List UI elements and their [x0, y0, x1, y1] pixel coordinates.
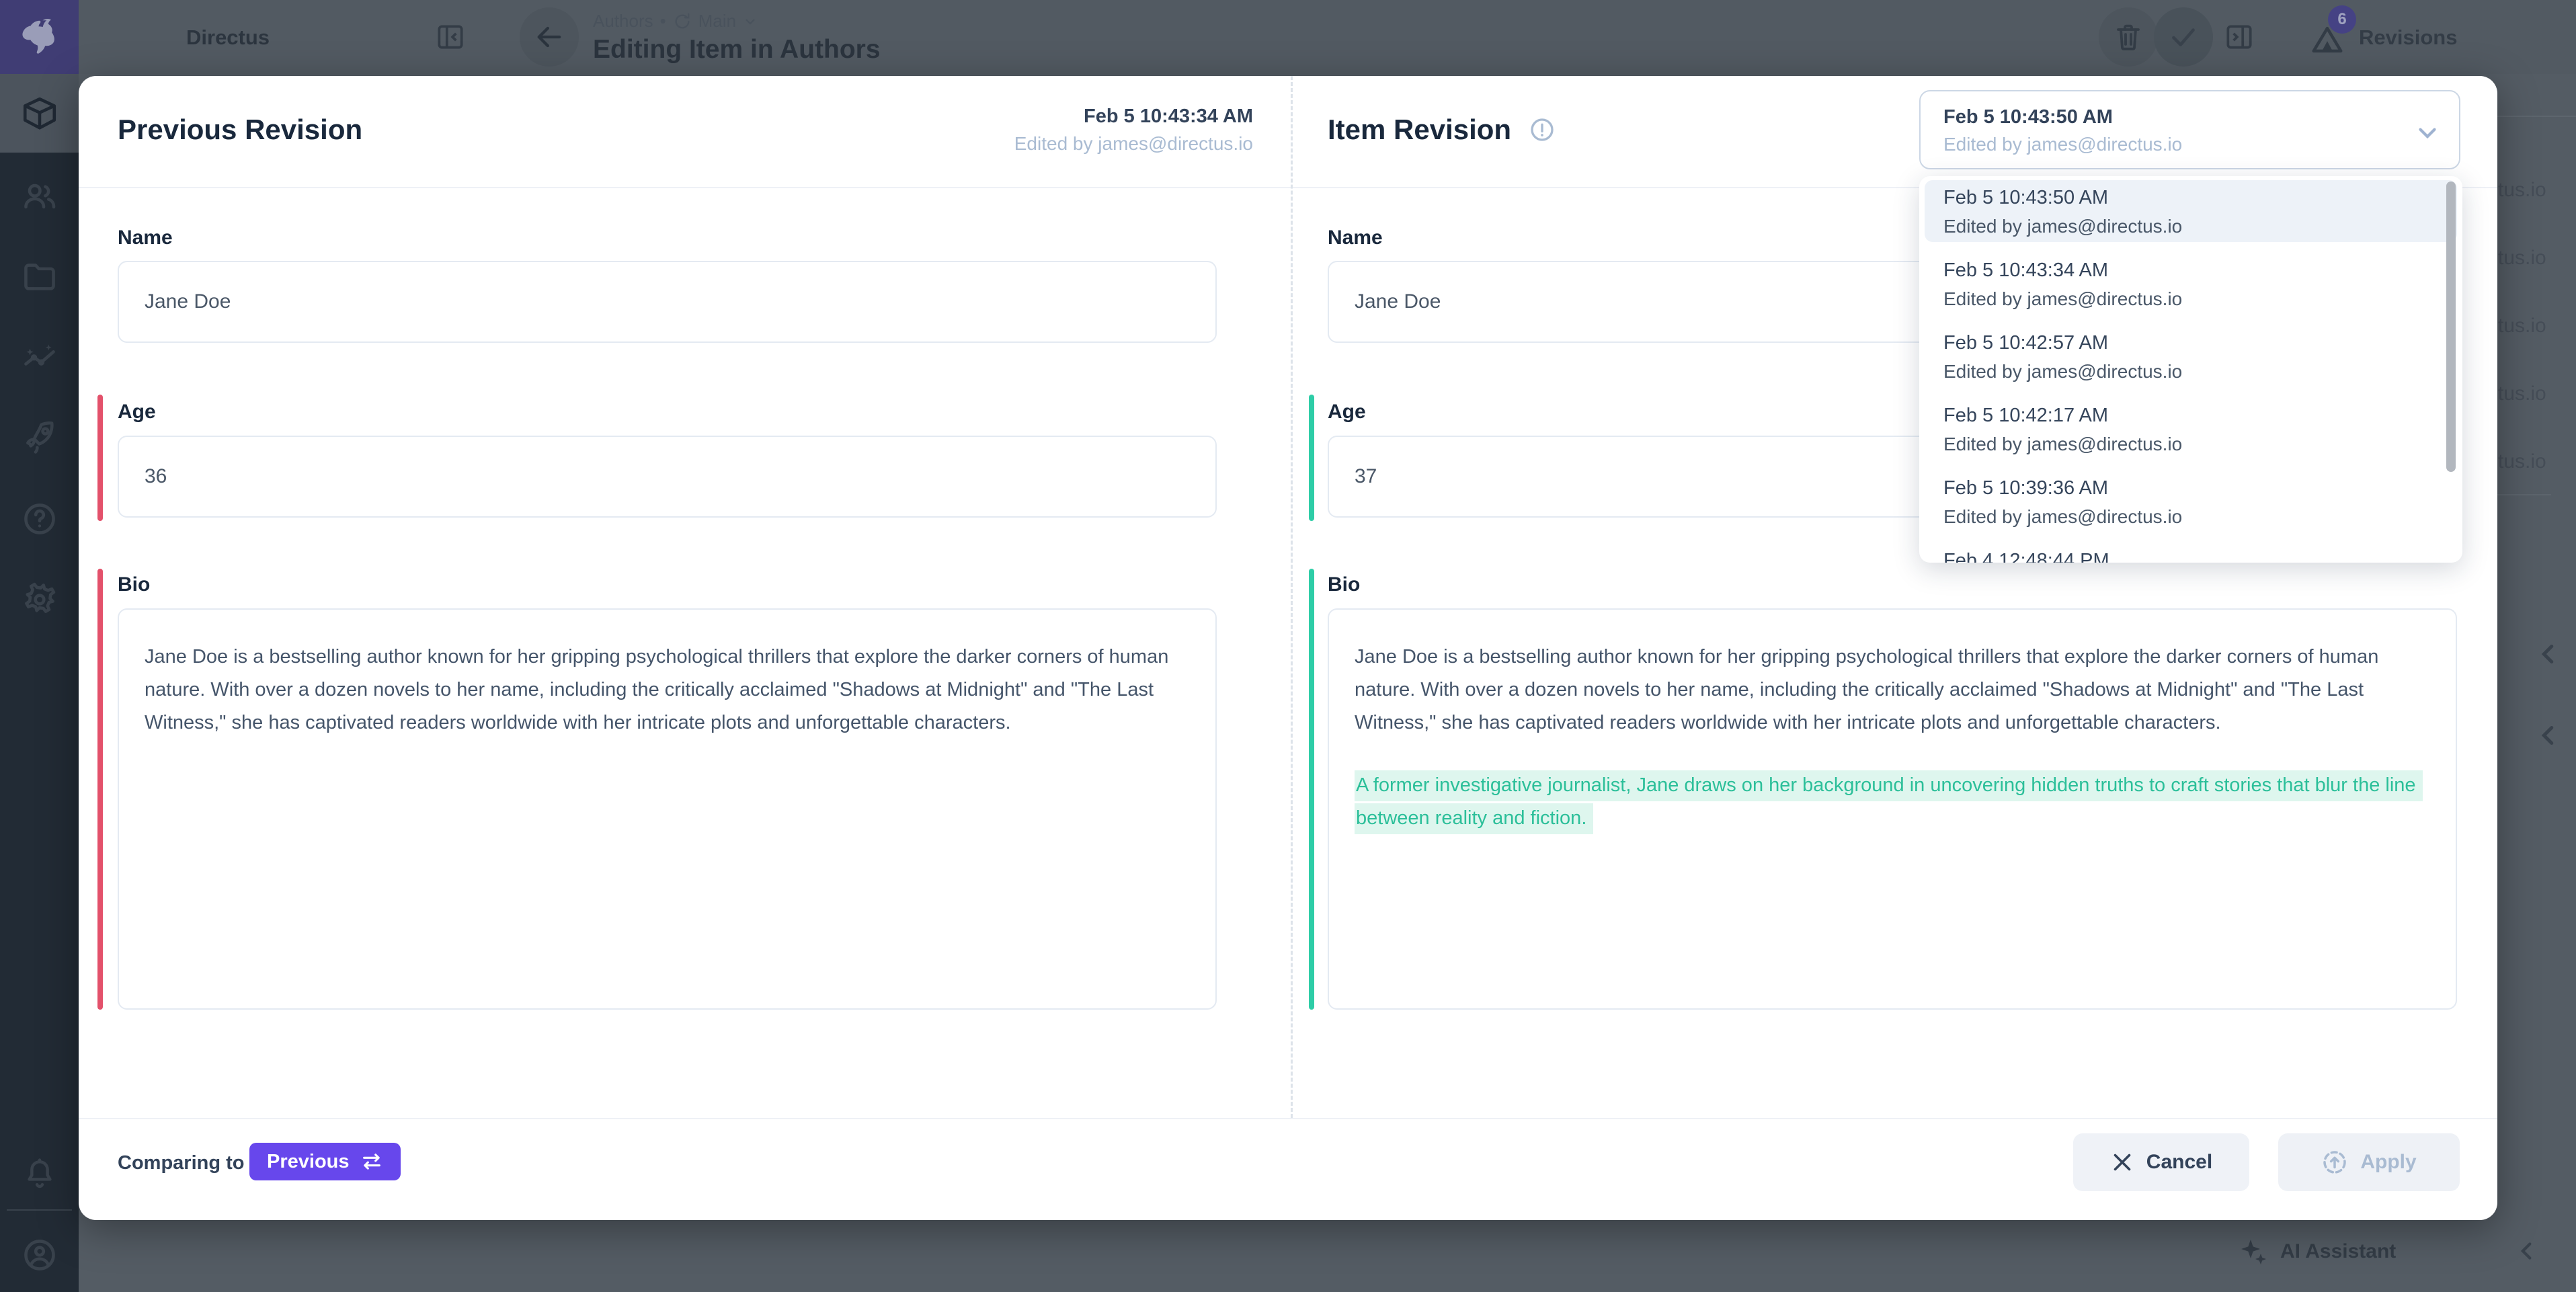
notifications-bell-icon[interactable] [0, 1135, 79, 1213]
chevron-down-icon [2413, 118, 2442, 147]
bio-label-current: Bio [1328, 573, 1360, 596]
revisions-count-badge: 6 [2328, 5, 2356, 34]
compare-target-button[interactable]: Previous [249, 1143, 401, 1180]
module-users[interactable] [0, 156, 79, 235]
previous-revision-title: Previous Revision [118, 114, 362, 146]
apply-button[interactable]: Apply [2278, 1133, 2460, 1191]
revisions-panel-title: Revisions [2359, 26, 2457, 50]
delete-item-button[interactable] [2099, 7, 2158, 67]
name-value-current: Jane Doe [1355, 290, 1441, 313]
age-field-previous: 36 [118, 436, 1217, 518]
breadcrumb-collection[interactable]: Authors [593, 11, 653, 32]
pane-divider [1291, 76, 1293, 1118]
name-label-current: Name [1328, 227, 1383, 249]
app-header: Directus Authors • Main Editing Item in … [79, 0, 2576, 74]
module-files[interactable] [0, 237, 79, 315]
bio-label-previous: Bio [118, 573, 150, 596]
previous-revision-timestamp: Feb 5 10:43:34 AM [850, 106, 1253, 128]
comparing-to-label: Comparing to [118, 1152, 245, 1174]
cancel-button[interactable]: Cancel [2073, 1133, 2249, 1191]
bio-text-previous: Jane Doe is a bestselling author known f… [145, 641, 1190, 739]
revision-option[interactable]: Feb 4 12:48:44 PM Edited by james@direct… [1925, 543, 2457, 563]
breadcrumb-separator: • [660, 11, 666, 32]
truncated-revision-text: tus.io [2498, 247, 2546, 270]
back-button[interactable] [520, 7, 579, 67]
swap-icon [360, 1150, 383, 1173]
module-content[interactable] [0, 74, 79, 153]
ai-sparkle-icon [2237, 1236, 2269, 1268]
truncated-revision-text: tus.io [2498, 450, 2546, 473]
chevron-left-icon[interactable] [2533, 639, 2564, 670]
revision-option[interactable]: Feb 5 10:39:36 AM Edited by james@direct… [1925, 471, 2457, 532]
name-field-previous: Jane Doe [118, 261, 1217, 343]
module-settings[interactable] [0, 560, 79, 639]
user-avatar[interactable] [0, 1215, 79, 1292]
age-value-current: 37 [1355, 465, 1377, 488]
item-revision-title: Item Revision [1328, 114, 1511, 146]
bio-field-current: Jane Doe is a bestselling author known f… [1328, 608, 2457, 1010]
page-title: Editing Item in Authors [593, 35, 881, 65]
directus-logo[interactable] [0, 0, 79, 74]
revision-select[interactable]: Feb 5 10:43:50 AM Edited by james@direct… [1919, 90, 2460, 169]
age-value-previous: 36 [145, 465, 167, 488]
brand-title: Directus [186, 26, 270, 50]
revision-option[interactable]: Feb 5 10:43:50 AM Edited by james@direct… [1925, 180, 2457, 242]
module-bar [0, 0, 79, 1292]
module-help[interactable] [0, 479, 79, 558]
info-icon[interactable] [1529, 116, 1556, 143]
breadcrumb[interactable]: Authors • Main [593, 11, 758, 32]
truncated-revision-text: tus.io [2498, 382, 2546, 405]
sidebar-divider [2497, 116, 2576, 117]
module-insights[interactable] [0, 319, 79, 397]
bio-field-previous: Jane Doe is a bestselling author known f… [118, 608, 1217, 1010]
version-icon [673, 12, 692, 31]
collapse-sidebar-icon[interactable] [2222, 20, 2256, 54]
revision-option[interactable]: Feb 5 10:42:57 AM Edited by james@direct… [1925, 325, 2457, 387]
age-label-previous: Age [118, 401, 156, 423]
revision-option[interactable]: Feb 5 10:43:34 AM Edited by james@direct… [1925, 253, 2457, 315]
name-value-previous: Jane Doe [145, 290, 231, 313]
collapse-nav-icon[interactable] [434, 20, 467, 54]
breadcrumb-version[interactable]: Main [698, 11, 736, 32]
age-label-current: Age [1328, 401, 1366, 423]
module-marketplace[interactable] [0, 397, 79, 476]
revision-compare-modal: Previous Revision Feb 5 10:43:34 AM Edit… [79, 76, 2497, 1220]
module-bar-divider [7, 1209, 72, 1211]
revision-dropdown-menu: Feb 5 10:43:50 AM Edited by james@direct… [1919, 176, 2462, 563]
sidebar-divider [2497, 494, 2551, 495]
dropdown-scrollbar[interactable] [2446, 181, 2456, 472]
revision-select-value: Feb 5 10:43:50 AM [1943, 103, 2459, 131]
revision-select-subtitle: Edited by james@directus.io [1943, 131, 2459, 158]
revision-option[interactable]: Feb 5 10:42:17 AM Edited by james@direct… [1925, 398, 2457, 460]
change-indicator-added [1309, 569, 1314, 1010]
apply-upload-icon [2321, 1149, 2348, 1176]
bio-added-text: A former investigative journalist, Jane … [1355, 769, 2430, 835]
ai-collapse-chevron-icon[interactable] [2513, 1237, 2541, 1265]
chevron-down-icon [743, 14, 758, 29]
modal-footer-divider [79, 1118, 2497, 1119]
item-revision-header: Item Revision [1328, 114, 1556, 146]
truncated-revision-text: tus.io [2498, 315, 2546, 337]
change-indicator-deleted [97, 569, 103, 1010]
truncated-revision-text: tus.io [2498, 179, 2546, 202]
change-indicator-added [1309, 395, 1314, 521]
chevron-left-icon[interactable] [2533, 720, 2564, 751]
name-label-previous: Name [118, 227, 173, 249]
save-item-button[interactable] [2154, 7, 2213, 67]
close-icon [2110, 1150, 2134, 1174]
bio-text-current: Jane Doe is a bestselling author known f… [1355, 641, 2430, 739]
ai-assistant-label[interactable]: AI Assistant [2280, 1240, 2396, 1263]
previous-revision-edited-by: Edited by james@directus.io [850, 133, 1253, 155]
change-indicator-deleted [97, 395, 103, 521]
